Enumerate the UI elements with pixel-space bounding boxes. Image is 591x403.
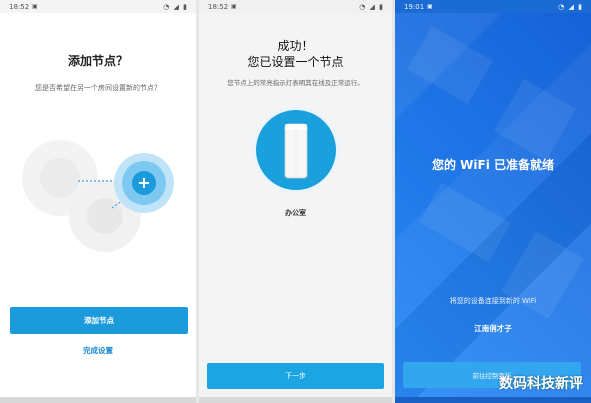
screen-add-node: 18:52 ▣ ◔ ◢ ▮ 添加节点？ 您是否希望在另一个房间设置新的节点？ +… — [0, 0, 196, 403]
image-notification-icon: ▣ — [231, 3, 237, 10]
wifi-network-name: 江南俏才子 — [474, 324, 512, 333]
nav-bar — [0, 397, 196, 403]
page-title: 您的 WiFi 已准备就绪 — [431, 158, 555, 172]
signal-battery-icons: ◔ ◢ ▮ — [359, 3, 384, 11]
page-subtitle: 您节点上的常亮指示灯表明其在线及正常运行。 — [227, 79, 364, 87]
router-node-icon — [284, 123, 308, 179]
dotted-connection-lines — [78, 180, 135, 209]
image-notification-icon: ▣ — [427, 3, 433, 10]
add-node-plus-icon[interactable]: + — [132, 171, 156, 195]
next-button[interactable]: 下一步 — [207, 363, 384, 389]
status-bar: 19:01 ▣ ◔ ◢ ▮ — [395, 0, 591, 13]
finish-setup-link[interactable]: 完成设置 — [0, 345, 196, 356]
status-time: 19:01 — [404, 3, 425, 11]
watermark-text: 数码科技新评 — [499, 376, 583, 392]
nav-bar — [199, 397, 392, 403]
connect-instruction: 将您的设备连接到新的 WiFi — [449, 297, 537, 305]
page-title: 成功！ 您已设置一个节点 — [199, 38, 392, 70]
title-line-2: 您已设置一个节点 — [247, 55, 344, 69]
signal-battery-icons: ◔ ◢ ▮ — [558, 3, 583, 11]
nav-bar — [395, 397, 591, 403]
screen-wifi-ready: 19:01 ▣ ◔ ◢ ▮ 您的 WiFi 已准备就绪 将您的设备连接到新的 W… — [395, 0, 591, 403]
status-time: 18:52 — [208, 3, 229, 11]
screen-node-success: 18:52 ▣ ◔ ◢ ▮ 成功！ 您已设置一个节点 您节点上的常亮指示灯表明其… — [199, 0, 392, 403]
title-line-1: 成功！ — [277, 39, 314, 53]
node-location-label: 办公室 — [285, 209, 306, 217]
add-node-button[interactable]: 添加节点 — [10, 307, 188, 334]
status-bar: 18:52 ▣ ◔ ◢ ▮ — [199, 0, 392, 13]
